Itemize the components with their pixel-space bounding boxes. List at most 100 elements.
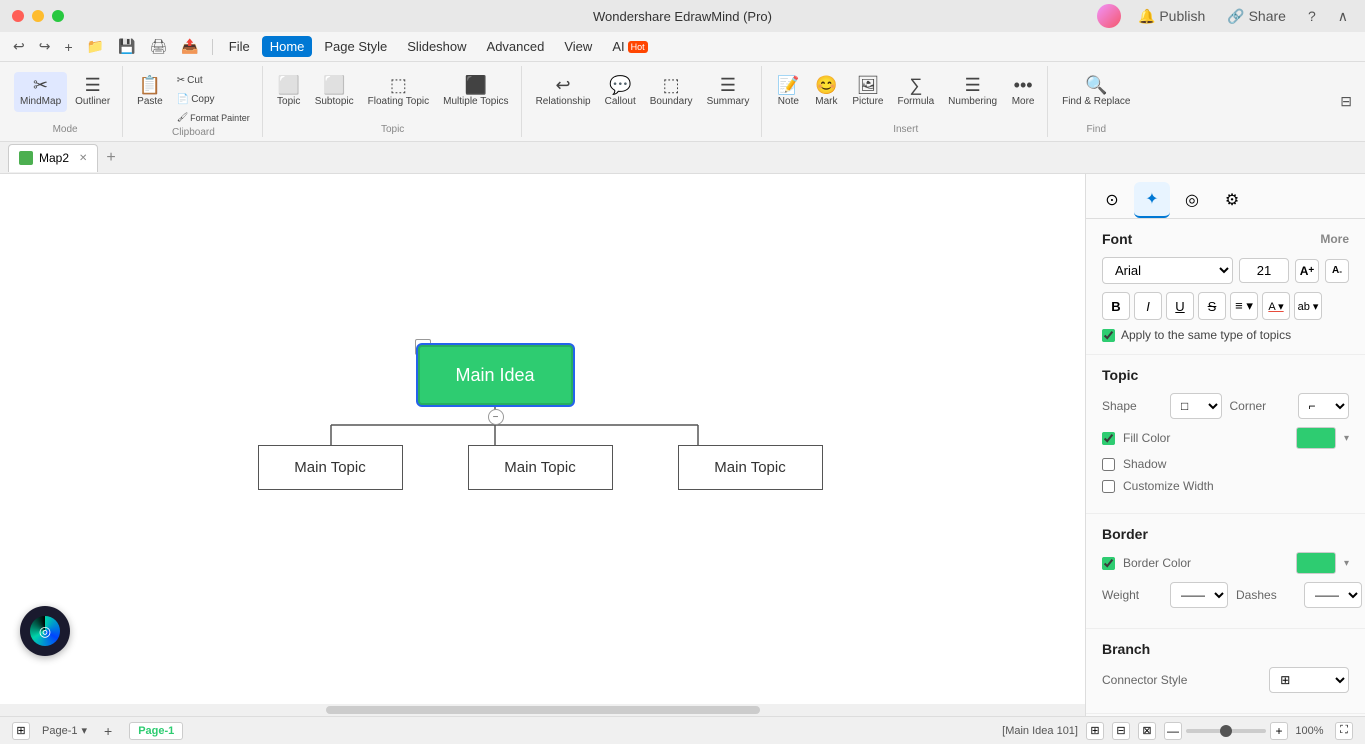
italic-button[interactable]: I [1134,292,1162,320]
panel-toggle[interactable]: ⊟ [1335,66,1357,137]
maximize-button[interactable] [52,10,64,22]
collapse-button[interactable]: − [488,409,504,425]
find-replace-button[interactable]: 🔍 Find & Replace [1056,72,1136,112]
page-selector[interactable]: Page-1 ▾ [42,724,87,737]
more-button[interactable]: ••• More [1005,72,1041,112]
weight-select[interactable]: —— [1170,582,1228,608]
dashes-select[interactable]: —— [1304,582,1362,608]
subtopic-button[interactable]: ⬜ Subtopic [309,72,360,112]
numbering-button[interactable]: ☰ Numbering [942,72,1003,112]
topic-box-1[interactable]: Main Topic [258,445,403,490]
menu-home[interactable]: Home [262,36,313,57]
menu-page-style[interactable]: Page Style [316,36,395,57]
outliner-button[interactable]: ☰ Outliner [69,72,116,112]
strikethrough-button[interactable]: S [1198,292,1226,320]
horizontal-scrollbar[interactable] [0,704,1085,716]
apply-same-checkbox[interactable] [1102,329,1115,342]
user-avatar[interactable] [1097,4,1121,28]
view-mode-3-button[interactable]: ⊠ [1138,722,1156,740]
active-page-tab[interactable]: Page-1 [129,722,183,740]
note-button[interactable]: 📝 Note [770,72,806,112]
fill-color-swatch[interactable] [1296,427,1336,449]
panel-tab-ai[interactable]: ✦ [1134,182,1170,218]
highlight-button[interactable]: ab ▾ [1294,292,1322,320]
topic-box-2[interactable]: Main Topic [468,445,613,490]
map2-tab[interactable]: Map2 ✕ [8,144,98,172]
view-mode-1-button[interactable]: ⊞ [1086,722,1104,740]
zoom-slider[interactable] [1186,729,1266,733]
summary-button[interactable]: ☰ Summary [701,72,756,112]
menu-ai[interactable]: AI Hot [604,36,655,57]
formula-button[interactable]: ∑ Formula [891,72,940,112]
picture-button[interactable]: 🖼 Picture [846,72,889,112]
publish-button[interactable]: 🔔 Publish [1133,5,1210,28]
add-page-button[interactable]: + [99,720,117,742]
print-button[interactable]: 🖨 [145,35,173,58]
right-panel-button[interactable]: ⊟ [1335,90,1357,113]
save-button[interactable]: 💾 [113,35,140,58]
zoom-slider-thumb[interactable] [1220,725,1232,737]
floating-topic-button[interactable]: ⬚ Floating Topic [362,72,436,112]
font-family-select[interactable]: Arial [1102,257,1233,284]
add-tab-button[interactable]: + [102,149,119,167]
view-mode-2-button[interactable]: ⊟ [1112,722,1130,740]
corner-select[interactable]: ⌐ [1298,393,1350,419]
export-button[interactable]: 📤 [176,35,203,58]
fill-color-checkbox[interactable] [1102,432,1115,445]
bold-button[interactable]: B [1102,292,1130,320]
panel-tab-settings[interactable]: ⚙ [1214,182,1250,218]
help-button[interactable]: ? [1303,5,1321,27]
mindmap-button[interactable]: ✂ MindMap [14,72,67,112]
copy-button[interactable]: 📄 Copy [171,91,256,108]
align-button[interactable]: ≡ ▾ [1230,292,1258,320]
border-color-checkbox[interactable] [1102,557,1115,570]
border-color-dropdown[interactable]: ▾ [1344,558,1349,569]
redo-button[interactable]: ↪ [34,35,56,58]
paste-button[interactable]: 📋 Paste [131,72,169,125]
sidebar-toggle-button[interactable]: ⊞ [12,722,30,740]
tab-close-button[interactable]: ✕ [79,153,87,164]
boundary-button[interactable]: ⬚ Boundary [644,72,699,112]
scrollbar-thumb[interactable] [326,706,760,714]
mark-button[interactable]: 😊 Mark [808,72,844,112]
connector-style-select[interactable]: ⊞ [1269,667,1349,693]
border-color-swatch[interactable] [1296,552,1336,574]
shadow-checkbox[interactable] [1102,458,1115,471]
font-size-down-button[interactable]: A- [1325,259,1349,283]
menu-advanced[interactable]: Advanced [479,36,553,57]
callout-button[interactable]: 💬 Callout [599,72,642,112]
font-more-button[interactable]: More [1320,232,1349,246]
font-color-button[interactable]: A ▾ [1262,292,1290,320]
font-size-input[interactable] [1239,258,1289,283]
share-button[interactable]: 🔗 Share [1222,5,1291,28]
ai-assistant-bubble[interactable]: ◎ [20,606,70,656]
multiple-topics-button[interactable]: ⬛ Multiple Topics [437,72,514,112]
close-button[interactable] [12,10,24,22]
customize-width-checkbox[interactable] [1102,480,1115,493]
collapse-button[interactable]: ∧ [1333,5,1353,28]
menu-file[interactable]: File [221,36,258,57]
menu-slideshow[interactable]: Slideshow [399,36,474,57]
topic-button[interactable]: ⬜ Topic [271,72,307,112]
page-dropdown-icon[interactable]: ▾ [81,724,87,737]
canvas[interactable]: ↔ Main Idea − Main Topic Main Topic Main… [0,174,1085,716]
main-idea-box[interactable]: Main Idea [418,345,573,405]
format-painter-button[interactable]: 🖌 Format Painter [171,110,256,125]
fullscreen-button[interactable]: ⛶ [1335,722,1353,740]
panel-tab-style[interactable]: ⊙ [1094,182,1130,218]
minimize-button[interactable] [32,10,44,22]
menu-view[interactable]: View [556,36,600,57]
open-button[interactable]: 📁 [82,35,109,58]
panel-tab-location[interactable]: ◎ [1174,182,1210,218]
font-size-up-button[interactable]: A+ [1295,259,1319,283]
undo-button[interactable]: ↩ [8,35,30,58]
fill-color-dropdown[interactable]: ▾ [1344,433,1349,444]
shape-select[interactable]: □ [1170,393,1222,419]
cut-button[interactable]: ✂ Cut [171,72,256,89]
zoom-in-button[interactable]: + [1270,722,1288,740]
relationship-button[interactable]: ↩ Relationship [530,72,597,112]
new-button[interactable]: + [59,36,77,58]
underline-button[interactable]: U [1166,292,1194,320]
window-controls[interactable] [12,10,64,22]
zoom-out-button[interactable]: — [1164,722,1182,740]
